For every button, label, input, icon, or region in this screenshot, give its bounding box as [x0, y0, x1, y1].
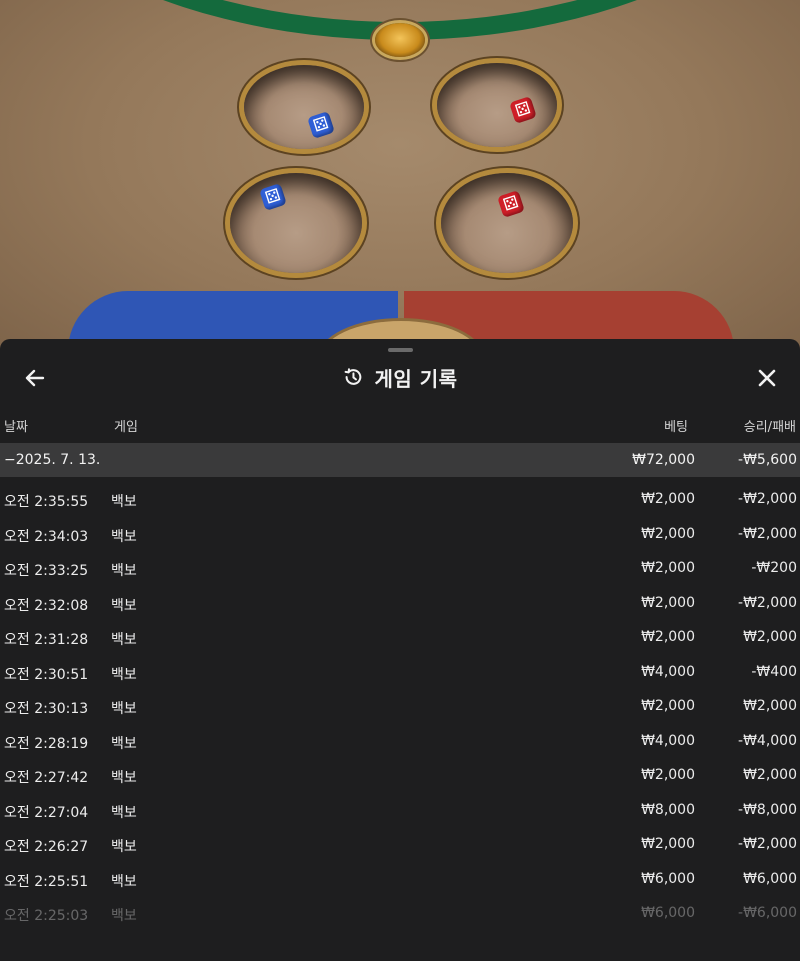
row-game: 백보 [111, 494, 137, 510]
row-result: ₩2,000 [743, 629, 797, 645]
row-bet: ₩2,000 [641, 560, 695, 576]
row-time: 오전 2:26:27 [4, 839, 89, 855]
column-headers: 날짜 게임 베팅 승리/패배 [0, 416, 800, 438]
row-result: -₩6,000 [738, 905, 797, 921]
history-row[interactable]: 오전 2:33:25 백보 ₩2,000 -₩200 [0, 551, 800, 586]
row-game: 백보 [111, 528, 137, 545]
row-bet: ₩2,000 [641, 629, 695, 645]
history-row[interactable]: 오전 2:30:13 백보 ₩2,000 ₩2,000 [0, 689, 800, 724]
history-row[interactable]: 오전 2:30:51 백보 ₩4,000 -₩400 [0, 655, 800, 690]
row-result: -₩2,000 [738, 525, 797, 542]
row-time: 오전 2:33:25 [4, 563, 89, 579]
history-list: 오전 2:35:55 백보 ₩2,000 -₩2,000 오전 2:34:03 … [0, 482, 800, 931]
row-time: 오전 2:27:42 [4, 770, 89, 786]
dice-cup [441, 173, 573, 273]
day-summary-date: −2025. 7. 13. [4, 452, 101, 468]
row-bet: ₩2,000 [641, 525, 695, 542]
back-button[interactable] [18, 361, 52, 395]
row-time: 오전 2:34:03 [4, 528, 89, 545]
row-result: -₩200 [751, 560, 797, 576]
row-time: 오전 2:30:13 [4, 701, 89, 717]
row-bet: ₩2,000 [641, 836, 695, 852]
row-game: 백보 [111, 804, 137, 821]
day-summary-row[interactable]: −2025. 7. 13. ₩72,000 -₩5,600 [0, 443, 800, 477]
history-row[interactable]: 오전 2:25:03 백보 ₩6,000 -₩6,000 [0, 896, 800, 931]
history-row[interactable]: 오전 2:32:08 백보 ₩2,000 -₩2,000 [0, 586, 800, 621]
row-bet: ₩6,000 [641, 870, 695, 887]
table-gem-ornament [375, 23, 425, 57]
row-bet: ₩4,000 [641, 663, 695, 680]
dice-cup [230, 173, 362, 273]
row-result: ₩2,000 [743, 767, 797, 783]
history-clock-icon [345, 368, 362, 385]
history-row[interactable]: 오전 2:35:55 백보 ₩2,000 -₩2,000 [0, 482, 800, 517]
history-row[interactable]: 오전 2:31:28 백보 ₩2,000 ₩2,000 [0, 620, 800, 655]
history-row[interactable]: 오전 2:25:51 백보 ₩6,000 ₩6,000 [0, 862, 800, 897]
page-title: 게임 기록 [374, 366, 458, 391]
row-time: 오전 2:25:51 [4, 873, 89, 890]
row-bet: ₩2,000 [641, 594, 695, 611]
row-time: 오전 2:25:03 [4, 908, 89, 924]
row-time: 오전 2:27:04 [4, 804, 89, 821]
column-header-result: 승리/패배 [743, 420, 796, 435]
history-row[interactable]: 오전 2:26:27 백보 ₩2,000 -₩2,000 [0, 827, 800, 862]
column-header-game: 게임 [114, 420, 138, 435]
row-time: 오전 2:31:28 [4, 632, 89, 648]
row-result: -₩2,000 [738, 836, 797, 852]
day-summary-result: -₩5,600 [738, 452, 797, 468]
row-game: 백보 [111, 770, 137, 786]
row-bet: ₩2,000 [641, 767, 695, 783]
row-time: 오전 2:35:55 [4, 494, 89, 510]
row-result: ₩6,000 [743, 870, 797, 887]
row-result: -₩2,000 [738, 594, 797, 611]
column-header-bet: 베팅 [664, 420, 688, 435]
row-result: -₩8,000 [738, 801, 797, 818]
row-game: 백보 [111, 563, 137, 579]
row-game: 백보 [111, 632, 137, 648]
row-game: 백보 [111, 839, 137, 855]
dice-cup [244, 65, 364, 149]
row-game: 백보 [111, 873, 137, 890]
row-result: ₩2,000 [743, 698, 797, 714]
sheet-grab-handle[interactable] [388, 348, 413, 352]
history-row[interactable]: 오전 2:27:42 백보 ₩2,000 ₩2,000 [0, 758, 800, 793]
row-bet: ₩4,000 [641, 732, 695, 749]
row-result: -₩2,000 [738, 491, 797, 507]
row-bet: ₩2,000 [641, 698, 695, 714]
row-game: 백보 [111, 597, 137, 614]
dice-cup [437, 63, 557, 147]
row-time: 오전 2:32:08 [4, 597, 89, 614]
history-row[interactable]: 오전 2:34:03 백보 ₩2,000 -₩2,000 [0, 517, 800, 552]
close-button[interactable] [750, 361, 784, 395]
column-header-date: 날짜 [4, 420, 28, 435]
arrow-left-icon [25, 369, 45, 387]
row-game: 백보 [111, 908, 137, 924]
row-game: 백보 [111, 735, 137, 752]
row-bet: ₩2,000 [641, 491, 695, 507]
history-row[interactable]: 오전 2:27:04 백보 ₩8,000 -₩8,000 [0, 793, 800, 828]
row-time: 오전 2:30:51 [4, 666, 89, 683]
history-row[interactable]: 오전 2:28:19 백보 ₩4,000 -₩4,000 [0, 724, 800, 759]
game-history-sheet: 게임 기록 날짜 게임 베팅 승리/패배 −2025. 7. 13. ₩72,0… [0, 339, 800, 961]
row-game: 백보 [111, 666, 137, 683]
row-result: -₩4,000 [738, 732, 797, 749]
row-result: -₩400 [751, 663, 797, 680]
row-bet: ₩8,000 [641, 801, 695, 818]
day-summary-bet: ₩72,000 [632, 452, 695, 468]
row-time: 오전 2:28:19 [4, 735, 89, 752]
close-icon [758, 369, 776, 387]
game-table-background: ⚄ ⚄ ⚄ ⚄ [0, 0, 800, 360]
row-bet: ₩6,000 [641, 905, 695, 921]
row-game: 백보 [111, 701, 137, 717]
sheet-header: 게임 기록 [0, 357, 800, 397]
